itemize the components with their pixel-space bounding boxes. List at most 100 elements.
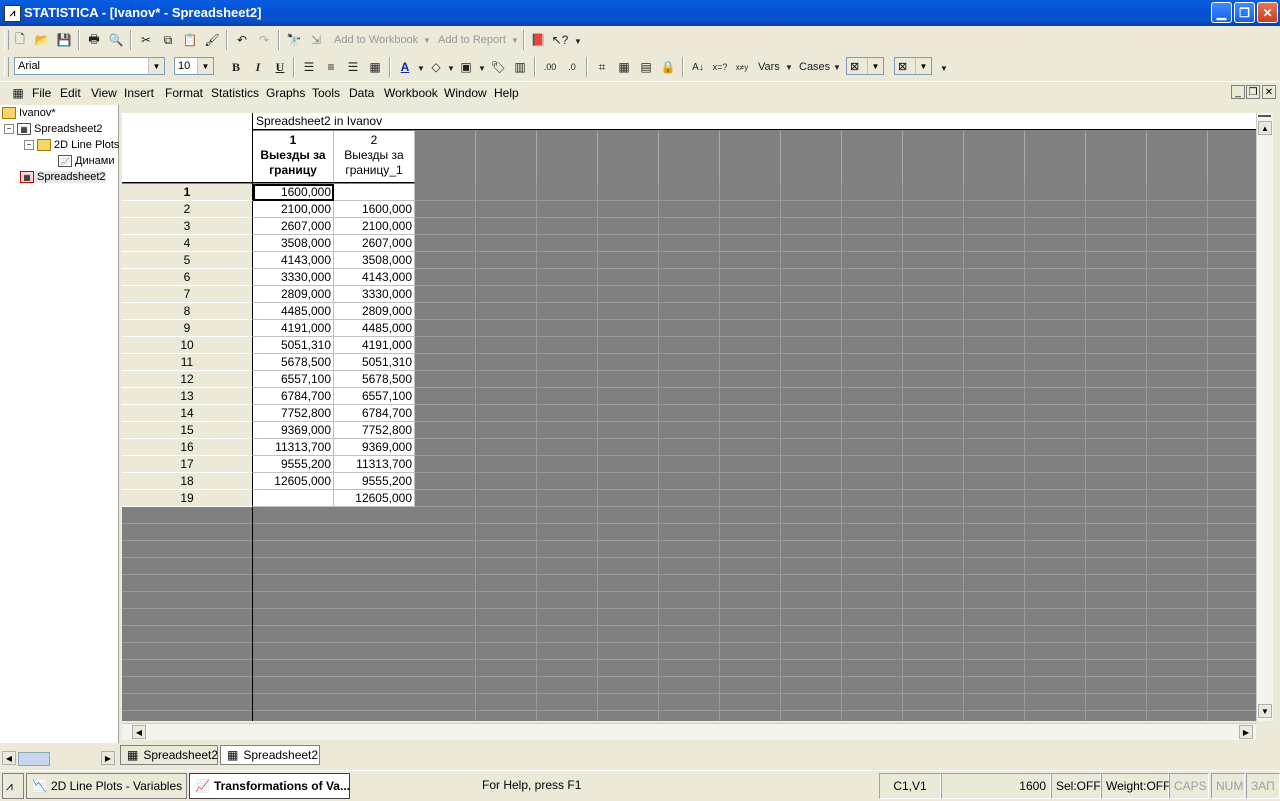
table-cell[interactable]: 9555,200	[253, 456, 334, 473]
help-book-icon[interactable]: 📕	[528, 30, 548, 50]
table-cell[interactable]: 4485,000	[334, 320, 415, 337]
paste-icon[interactable]: 📋	[180, 30, 200, 50]
underline-button[interactable]: U	[270, 57, 290, 77]
app-menu-icon[interactable]: ⩘	[2, 773, 24, 799]
chevron-down-icon[interactable]: ▼	[785, 63, 793, 72]
tree-horizontal-scrollbar[interactable]: ◀ ▶	[0, 750, 118, 766]
title-bar[interactable]: ⩘ STATISTICA - [Ivanov* - Spreadsheet2] …	[0, 0, 1280, 26]
bold-button[interactable]: B	[226, 57, 246, 77]
corner-header[interactable]	[122, 113, 253, 183]
row-header[interactable]: 18	[122, 473, 253, 490]
empty-column-header[interactable]	[476, 131, 537, 183]
menu-statistics[interactable]: Statistics	[211, 86, 259, 100]
empty-column-header[interactable]	[903, 131, 964, 183]
empty-column-header[interactable]	[1025, 131, 1086, 183]
empty-column-header[interactable]	[842, 131, 903, 183]
menu-view[interactable]: View	[91, 86, 117, 100]
table-cell[interactable]	[334, 184, 415, 201]
variable-specs-icon[interactable]: ▤	[636, 57, 656, 77]
table-cell[interactable]: 2607,000	[334, 235, 415, 252]
empty-column-header[interactable]	[720, 131, 781, 183]
toolbar-grip[interactable]	[4, 57, 9, 77]
table-cell[interactable]: 2809,000	[334, 303, 415, 320]
table-cell[interactable]: 4143,000	[334, 269, 415, 286]
tree-item-graph[interactable]: 📈 Динами	[58, 155, 115, 167]
table-cell[interactable]: 6784,700	[334, 405, 415, 422]
mdi-minimize-button[interactable]: _	[1231, 85, 1245, 99]
maximize-button[interactable]: ❐	[1234, 2, 1255, 23]
table-cell[interactable]: 9555,200	[334, 473, 415, 490]
font-name-combo[interactable]: Arial ▼	[14, 57, 165, 75]
add-to-report-button[interactable]: Add to Report	[438, 34, 506, 46]
table-cell[interactable]: 4485,000	[253, 303, 334, 320]
weight-status[interactable]: Weight:OFF	[1101, 773, 1170, 799]
empty-column-header[interactable]	[781, 131, 842, 183]
redo-icon[interactable]: ↷	[254, 30, 274, 50]
row-header[interactable]: 5	[122, 252, 253, 269]
decrease-decimal-icon[interactable]: .0	[562, 57, 582, 77]
table-cell[interactable]: 9369,000	[334, 439, 415, 456]
row-header[interactable]: 2	[122, 201, 253, 218]
table-cell[interactable]: 5678,500	[253, 354, 334, 371]
save-icon[interactable]: 💾	[54, 30, 74, 50]
table-cell[interactable]: 5051,310	[334, 354, 415, 371]
chevron-down-icon[interactable]: ▼	[478, 64, 486, 73]
table-cell[interactable]: 3508,000	[253, 235, 334, 252]
empty-column-header[interactable]	[1147, 131, 1208, 183]
table-cell[interactable]	[253, 490, 334, 507]
row-header[interactable]: 9	[122, 320, 253, 337]
task-2d-line-plots[interactable]: 📉 2D Line Plots - Variables	[26, 773, 187, 799]
chevron-down-icon[interactable]: ▼	[447, 64, 455, 73]
empty-column-header[interactable]	[415, 131, 476, 183]
empty-column-header[interactable]	[659, 131, 720, 183]
table-cell[interactable]: 3508,000	[334, 252, 415, 269]
tab-spreadsheet-2[interactable]: ▦ Spreadsheet2	[220, 745, 320, 765]
table-cell[interactable]: 5678,500	[334, 371, 415, 388]
empty-column-header[interactable]	[1208, 131, 1256, 183]
tree-item-spreadsheet-selected[interactable]: ▦ Spreadsheet2	[20, 171, 106, 183]
cases-menu-button[interactable]: Cases	[799, 61, 830, 73]
grid-icon[interactable]: ▥	[510, 57, 530, 77]
mdi-restore-button[interactable]: ❐	[1246, 85, 1260, 99]
scroll-down-icon[interactable]: ▼	[1258, 704, 1272, 718]
recode-icon[interactable]: x≠y	[732, 57, 752, 77]
row-header[interactable]: 8	[122, 303, 253, 320]
table-cell[interactable]: 4191,000	[334, 337, 415, 354]
toolbar-options-icon[interactable]: ▼	[574, 37, 582, 46]
table-cell[interactable]: 9369,000	[253, 422, 334, 439]
format-cells-icon[interactable]: ▦	[365, 57, 385, 77]
chevron-down-icon[interactable]: ▼	[833, 63, 841, 72]
mdi-close-button[interactable]: ✕	[1262, 85, 1276, 99]
scroll-thumb[interactable]	[18, 752, 50, 766]
row-header[interactable]: 4	[122, 235, 253, 252]
align-left-icon[interactable]: ☰	[299, 57, 319, 77]
chevron-down-icon[interactable]: ▼	[423, 36, 431, 45]
empty-column-header[interactable]	[598, 131, 659, 183]
minimize-button[interactable]: ▁	[1211, 2, 1232, 23]
row-header[interactable]: 6	[122, 269, 253, 286]
scroll-left-icon[interactable]: ◀	[2, 751, 16, 765]
align-center-icon[interactable]: ≡	[321, 57, 341, 77]
tree-root[interactable]: Ivanov*	[2, 107, 56, 119]
table-cell[interactable]: 1600,000	[334, 201, 415, 218]
scroll-up-icon[interactable]: ▲	[1258, 121, 1272, 135]
horizontal-scrollbar[interactable]: ◀ ▶	[122, 723, 1256, 740]
row-header[interactable]: 16	[122, 439, 253, 456]
chevron-down-icon[interactable]: ▼	[417, 64, 425, 73]
toolbar-options-icon[interactable]: ▼	[940, 64, 948, 73]
cut-icon[interactable]: ✂	[136, 30, 156, 50]
table-cell[interactable]: 3330,000	[253, 269, 334, 286]
empty-column-header[interactable]	[964, 131, 1025, 183]
table-cell[interactable]: 2809,000	[253, 286, 334, 303]
goto-icon[interactable]: ⇲	[306, 30, 326, 50]
row-header[interactable]: 15	[122, 422, 253, 439]
table-cell[interactable]: 5051,310	[253, 337, 334, 354]
menu-tools[interactable]: Tools	[312, 86, 340, 100]
scroll-right-icon[interactable]: ▶	[1239, 725, 1253, 739]
menu-insert[interactable]: Insert	[124, 86, 154, 100]
table-cell[interactable]: 7752,800	[253, 405, 334, 422]
tag-icon[interactable]: 🏷	[488, 57, 508, 77]
column-header-1[interactable]: 1 Выезды за границу	[253, 131, 334, 183]
row-header[interactable]: 14	[122, 405, 253, 422]
spreadsheet-grid[interactable]: Spreadsheet2 in Ivanov 1 Выезды за грани…	[122, 113, 1256, 721]
